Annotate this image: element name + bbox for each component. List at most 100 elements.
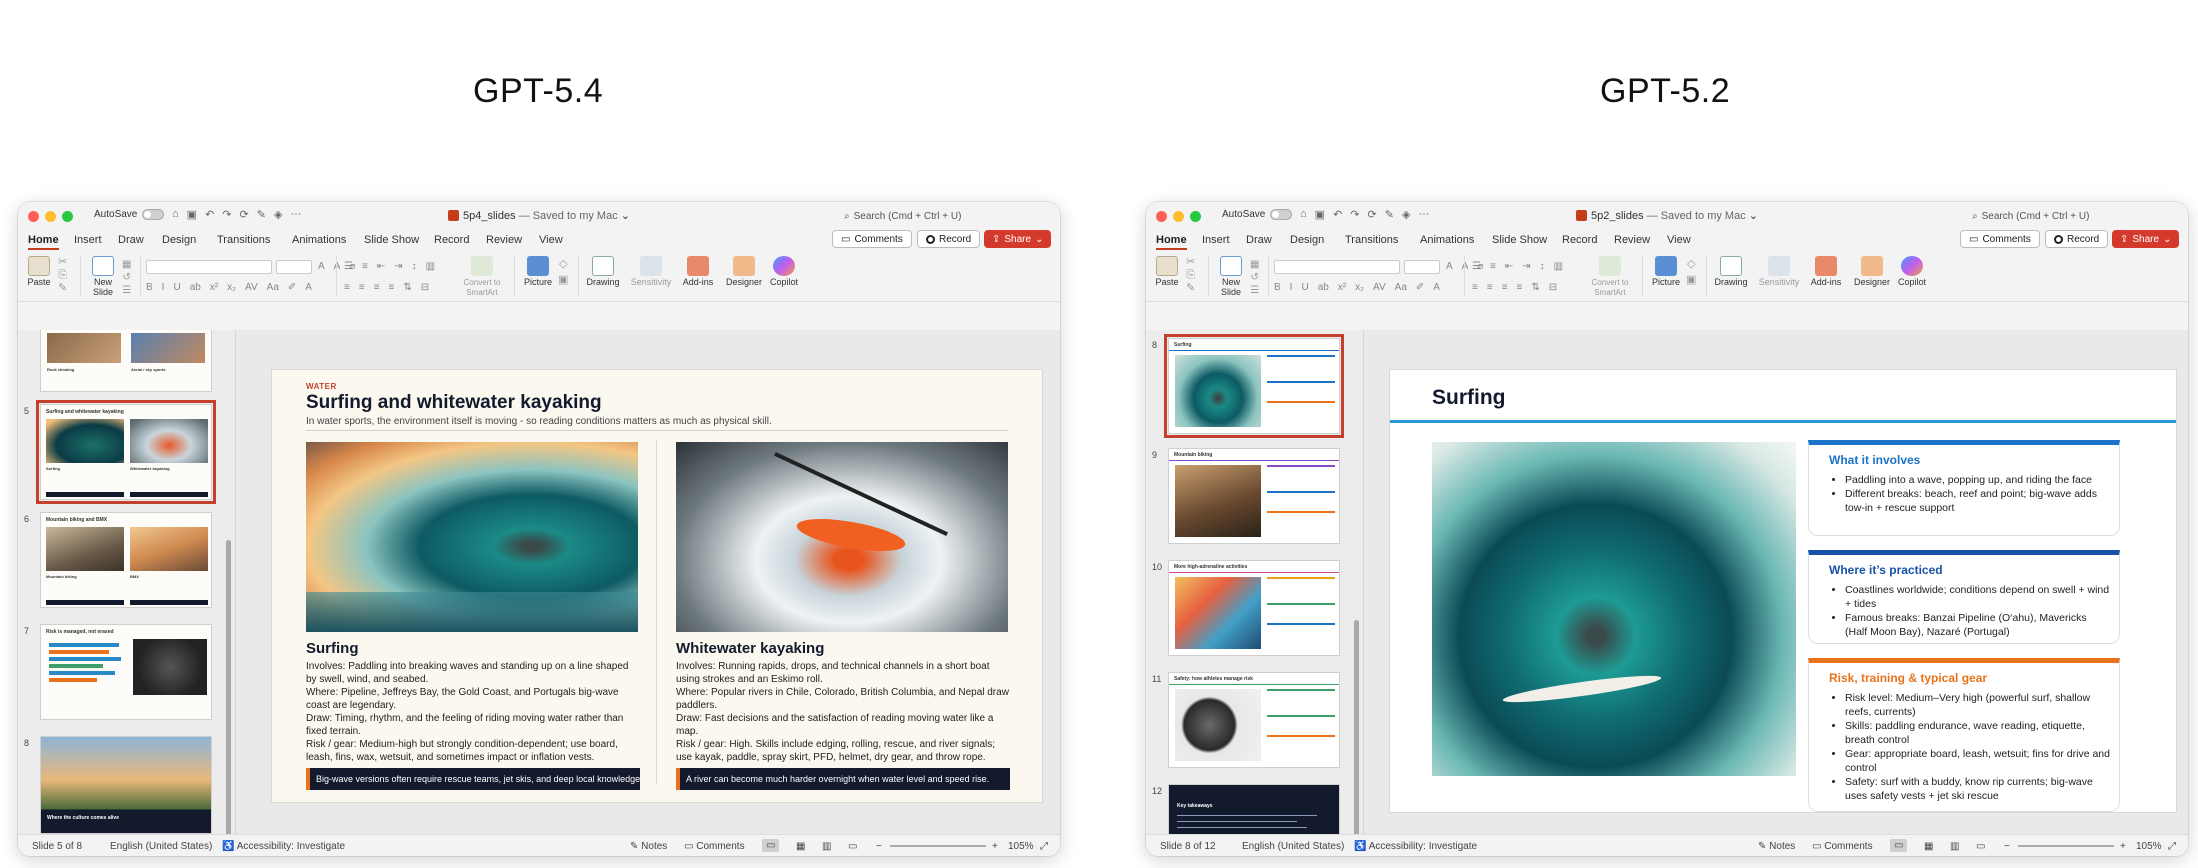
reading-view-button[interactable]: ▥ [1950, 841, 1959, 852]
sensitivity-button[interactable]: Sensitivity [1756, 256, 1802, 288]
cut-icon[interactable]: ✂ [1186, 256, 1195, 268]
font-size-select[interactable] [1404, 260, 1440, 274]
underline-icon[interactable]: U [1301, 282, 1308, 293]
status-comments-button[interactable]: ▭ Comments [684, 841, 745, 852]
increase-indent-icon[interactable]: ⇥ [394, 261, 402, 272]
new-slide-button[interactable]: New Slide [86, 256, 120, 298]
slide-thumbnail-12[interactable]: Key takeaways [1168, 784, 1340, 834]
copilot-button[interactable]: Copilot [1894, 256, 1930, 288]
thumbnails-scrollbar[interactable] [1354, 620, 1359, 834]
normal-view-button[interactable]: ▭ [1890, 839, 1908, 852]
tab-review[interactable]: Review [1614, 234, 1650, 246]
font-color-icon[interactable]: A [305, 282, 312, 293]
slide-thumbnails-pane[interactable]: 8 Surfing 9 Mountain biking 10 More high… [1146, 330, 1364, 834]
highlight-icon[interactable]: ✐ [288, 282, 296, 293]
slide-thumbnail-5[interactable]: Surfing and whitewater kayaking Surfing … [36, 400, 216, 504]
grow-font-icon[interactable]: A [318, 261, 325, 272]
slide-canvas[interactable]: WATER Surfing and whitewater kayaking In… [272, 370, 1042, 802]
tab-design[interactable]: Design [1290, 234, 1324, 246]
bullets-icon[interactable]: ☰ [1472, 261, 1481, 272]
designer-button[interactable]: Designer [1852, 256, 1892, 288]
zoom-in-button[interactable]: + [2120, 841, 2126, 852]
align-right-icon[interactable]: ≡ [1502, 282, 1508, 293]
slide-thumbnail-4[interactable]: Rock climbing Aerial / sky sports [40, 330, 212, 392]
slide-thumbnail-6[interactable]: Mountain biking and BMX Mountain biking … [40, 512, 212, 608]
sensitivity-button[interactable]: Sensitivity [628, 256, 674, 288]
tab-home[interactable]: Home [1156, 234, 1187, 250]
align-right-icon[interactable]: ≡ [374, 282, 380, 293]
tab-insert[interactable]: Insert [74, 234, 102, 246]
tab-design[interactable]: Design [162, 234, 196, 246]
bullets-icon[interactable]: ☰ [344, 261, 353, 272]
language-indicator[interactable]: English (United States) [1242, 841, 1344, 852]
justify-icon[interactable]: ≡ [1517, 282, 1523, 293]
tab-record[interactable]: Record [1562, 234, 1597, 246]
align-center-icon[interactable]: ≡ [1487, 282, 1493, 293]
font-size-select[interactable] [276, 260, 312, 274]
strikethrough-icon[interactable]: ab [1318, 282, 1329, 293]
tab-view[interactable]: View [539, 234, 563, 246]
comments-button[interactable]: ▭ Comments [832, 230, 912, 248]
copilot-button[interactable]: Copilot [766, 256, 802, 288]
paste-button[interactable]: Paste [24, 256, 54, 288]
slide-thumbnail-8[interactable]: Surfing [1164, 334, 1344, 438]
tab-insert[interactable]: Insert [1202, 234, 1230, 246]
tab-animations[interactable]: Animations [292, 234, 346, 246]
change-case-icon[interactable]: Aa [1395, 282, 1407, 293]
reading-view-button[interactable]: ▥ [822, 841, 831, 852]
shapes-icon[interactable]: ◇ [559, 258, 567, 270]
line-spacing-icon[interactable]: ↕ [412, 261, 417, 272]
slide-thumbnail-11[interactable]: Safety: how athletes manage risk [1168, 672, 1340, 768]
align-center-icon[interactable]: ≡ [359, 282, 365, 293]
zoom-out-button[interactable]: − [2004, 841, 2010, 852]
italic-icon[interactable]: I [162, 282, 165, 293]
status-comments-button[interactable]: ▭ Comments [1812, 841, 1873, 852]
grow-font-icon[interactable]: A [1446, 261, 1453, 272]
layout-icon[interactable]: ▦ [1250, 259, 1259, 270]
tab-view[interactable]: View [1667, 234, 1691, 246]
align-left-icon[interactable]: ≡ [1472, 282, 1478, 293]
line-spacing-icon[interactable]: ↕ [1540, 261, 1545, 272]
picture-button[interactable]: Picture [1648, 256, 1684, 288]
slide-thumbnail-9[interactable]: Mountain biking [1168, 448, 1340, 544]
slideshow-button[interactable]: ▭ [848, 841, 857, 852]
highlight-icon[interactable]: ✐ [1416, 282, 1424, 293]
decrease-indent-icon[interactable]: ⇤ [377, 261, 385, 272]
tab-draw[interactable]: Draw [118, 234, 144, 246]
language-indicator[interactable]: English (United States) [110, 841, 212, 852]
decrease-indent-icon[interactable]: ⇤ [1505, 261, 1513, 272]
slide-thumbnail-8[interactable]: Where the culture comes alive [40, 736, 212, 834]
layout-icon[interactable]: ▦ [122, 259, 131, 270]
strikethrough-icon[interactable]: ab [190, 282, 201, 293]
tab-transitions[interactable]: Transitions [1345, 234, 1398, 246]
italic-icon[interactable]: I [1290, 282, 1293, 293]
numbering-icon[interactable]: ≡ [362, 261, 368, 272]
numbering-icon[interactable]: ≡ [1490, 261, 1496, 272]
designer-button[interactable]: Designer [724, 256, 764, 288]
convert-smartart-button[interactable]: Convert to SmartArt [452, 256, 512, 298]
change-case-icon[interactable]: Aa [267, 282, 279, 293]
align-text-icon[interactable]: ⊟ [421, 282, 429, 293]
record-button[interactable]: Record [917, 230, 981, 248]
add-ins-button[interactable]: Add-ins [1808, 256, 1844, 288]
columns-icon[interactable]: ▥ [426, 261, 435, 272]
share-button[interactable]: ⇪ Share ⌄ [2112, 230, 2180, 248]
underline-icon[interactable]: U [173, 282, 180, 293]
char-spacing-icon[interactable]: AV [1373, 282, 1386, 293]
superscript-icon[interactable]: x² [1338, 282, 1346, 293]
slide-sorter-button[interactable]: ▦ [796, 841, 805, 852]
format-painter-icon[interactable]: ✎ [1186, 282, 1195, 294]
align-text-icon[interactable]: ⊟ [1549, 282, 1557, 293]
increase-indent-icon[interactable]: ⇥ [1522, 261, 1530, 272]
textbox-icon[interactable]: ▣ [558, 274, 568, 286]
zoom-out-button[interactable]: − [876, 841, 882, 852]
tab-slide-show[interactable]: Slide Show [364, 234, 419, 246]
subscript-icon[interactable]: x₂ [1355, 282, 1364, 293]
font-family-select[interactable] [146, 260, 272, 274]
textbox-icon[interactable]: ▣ [1686, 274, 1696, 286]
text-direction-icon[interactable]: ⇅ [1531, 282, 1539, 293]
accessibility-status[interactable]: ♿ Accessibility: Investigate [222, 841, 345, 852]
tab-home[interactable]: Home [28, 234, 59, 250]
bold-icon[interactable]: B [1274, 282, 1281, 293]
bold-icon[interactable]: B [146, 282, 153, 293]
